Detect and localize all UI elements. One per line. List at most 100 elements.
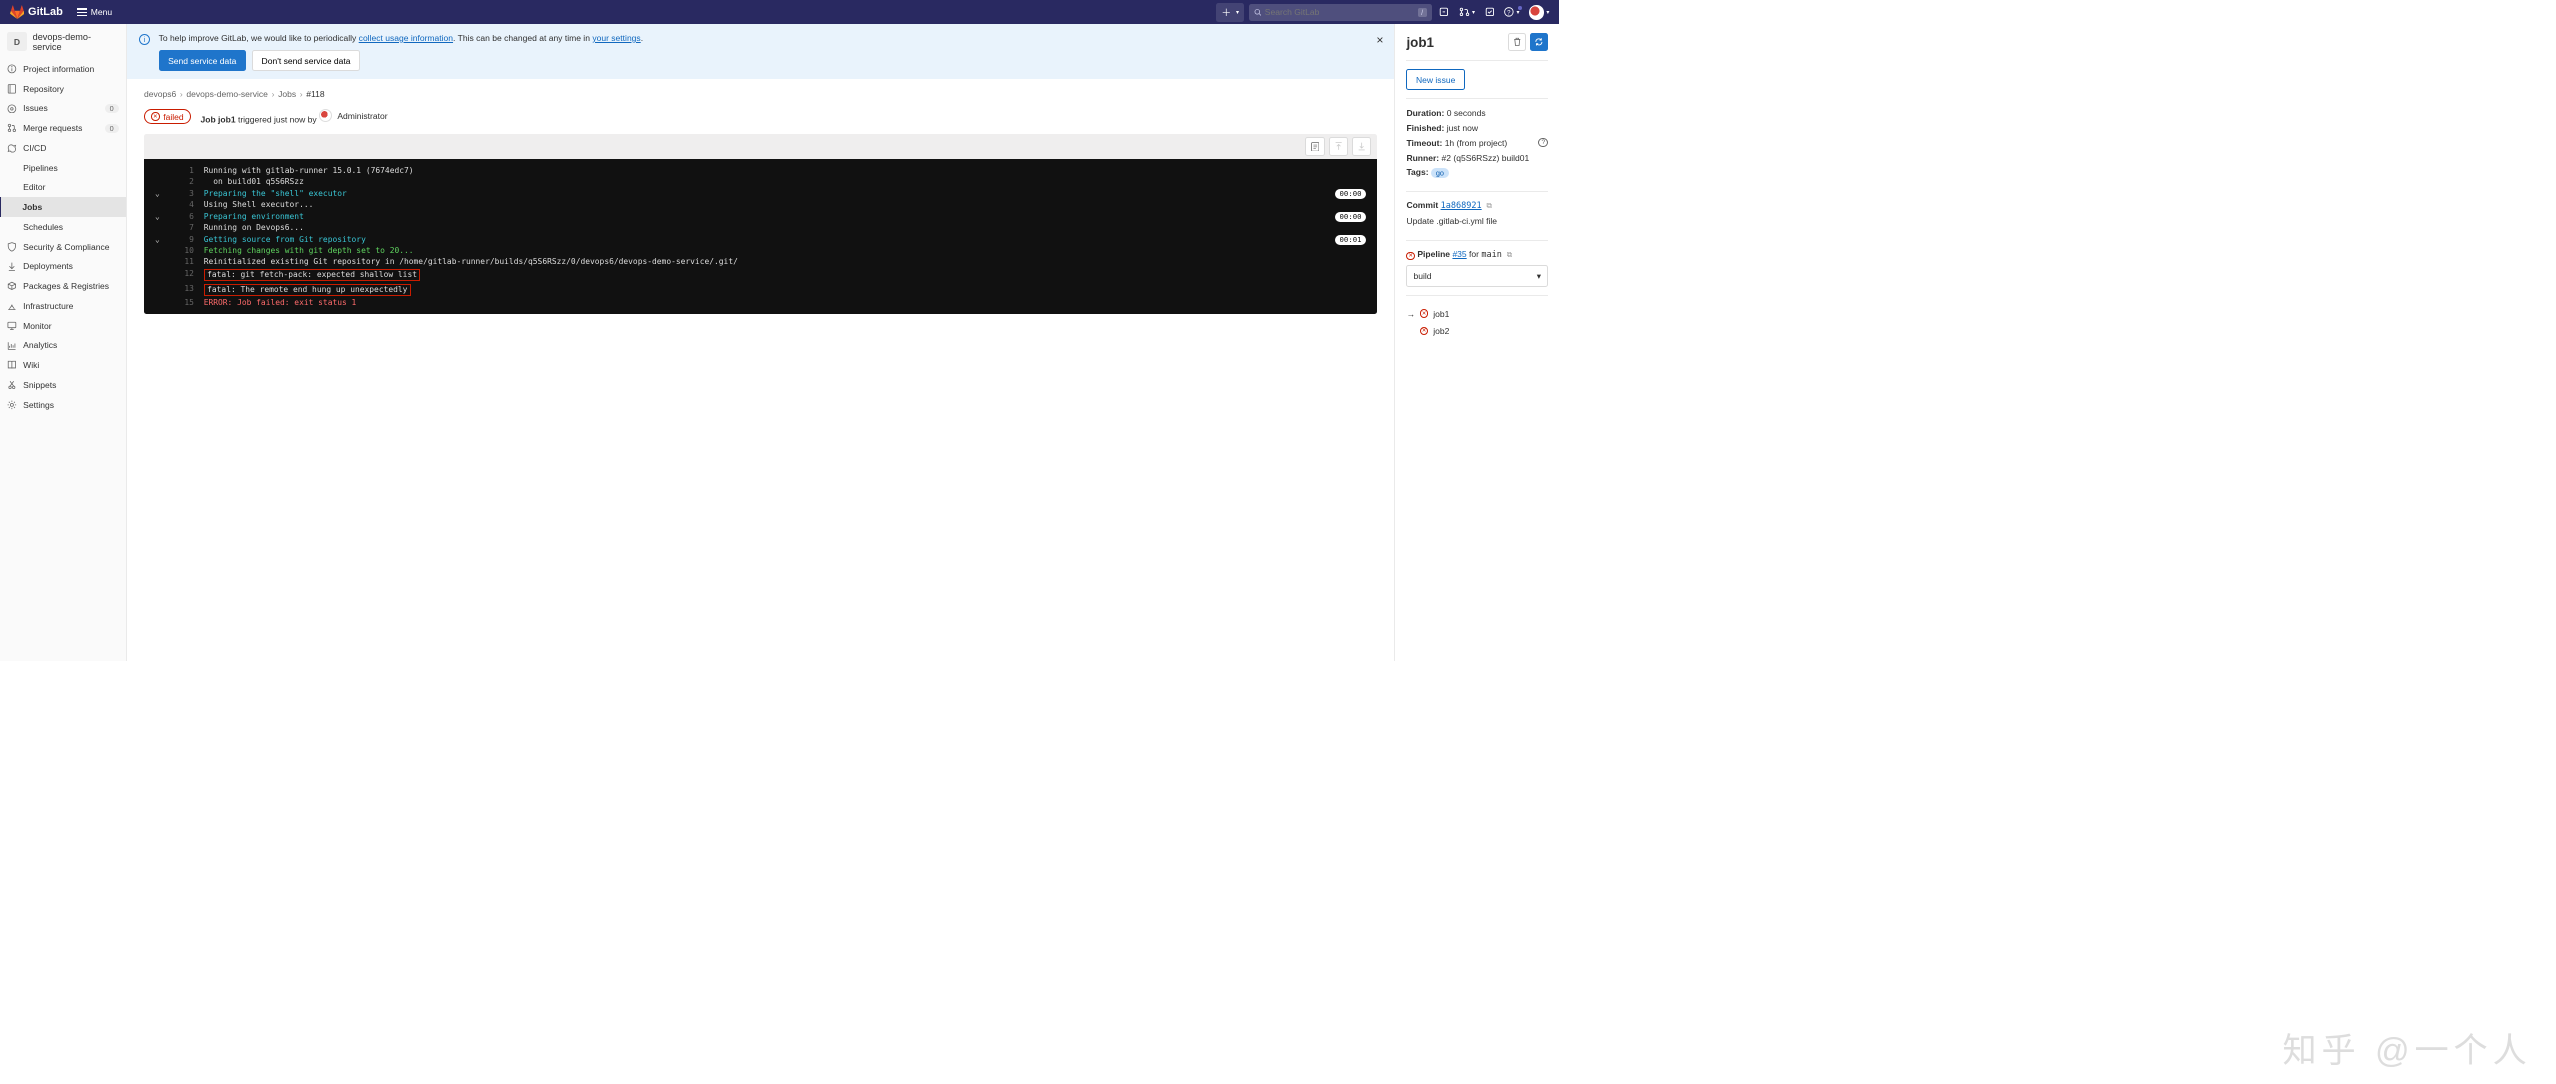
plus-icon: ＋: [1221, 5, 1231, 19]
breadcrumb-part[interactable]: devops6: [144, 89, 176, 99]
search-input[interactable]: [1265, 7, 1418, 17]
section-duration: 00:00: [1335, 189, 1367, 199]
runner-row: Runner: #2 (q5S6RSzz) build01: [1406, 153, 1548, 163]
related-job-job1[interactable]: →✕job1: [1406, 305, 1548, 322]
your-settings-link[interactable]: your settings: [592, 33, 640, 43]
analytics-icon: [7, 341, 17, 351]
menu-button[interactable]: Menu: [73, 5, 118, 20]
gitlab-icon: [10, 5, 25, 20]
sidebar-item-packages-registries[interactable]: Packages & Registries: [0, 276, 126, 296]
chevron-down-icon: ▾: [1236, 9, 1239, 16]
tags-row: Tags: go: [1406, 167, 1548, 177]
count-badge: 0: [105, 124, 119, 133]
sidebar-item-jobs[interactable]: Jobs: [0, 197, 126, 217]
collapse-section-icon[interactable]: ⌄: [152, 189, 162, 198]
sidebar-item-label: Deployments: [23, 261, 118, 271]
send-service-data-button[interactable]: Send service data: [159, 50, 246, 71]
tag-badge: go: [1431, 168, 1449, 178]
copy-branch-icon[interactable]: ⧉: [1507, 250, 1512, 259]
snippets-icon: [7, 380, 17, 390]
breadcrumb-part[interactable]: devops-demo-service: [186, 89, 268, 99]
count-badge: 0: [105, 104, 119, 113]
sidebar-item-label: Wiki: [23, 360, 118, 370]
user-menu[interactable]: ▾: [1529, 5, 1549, 20]
brand-text: GitLab: [28, 6, 63, 18]
close-alert-icon[interactable]: ×: [1376, 33, 1383, 47]
sidebar-item-repository[interactable]: Repository: [0, 79, 126, 99]
sidebar-item-editor[interactable]: Editor: [0, 178, 126, 198]
sidebar-item-label: Packages & Registries: [23, 281, 118, 291]
sidebar-item-ci-cd[interactable]: CI/CD: [0, 138, 126, 158]
sidebar-item-label: Infrastructure: [23, 301, 118, 311]
sidebar-item-label: Analytics: [23, 340, 118, 350]
log-line: 7Running on Devops6...: [144, 222, 1377, 233]
collapse-section-icon[interactable]: ⌄: [152, 212, 162, 221]
log-line: ⌄9Getting source from Git repository00:0…: [144, 233, 1377, 244]
dont-send-button[interactable]: Don't send service data: [252, 50, 360, 71]
pipeline-status-icon: ✕: [1406, 252, 1415, 261]
log-line: 15ERROR: Job failed: exit status 1: [144, 297, 1377, 308]
info-icon: [7, 64, 17, 74]
create-new-dropdown[interactable]: ＋ ▾: [1216, 3, 1243, 22]
scroll-top-button[interactable]: [1329, 137, 1349, 157]
copy-commit-icon[interactable]: ⧉: [1486, 201, 1491, 210]
search-icon: [1254, 8, 1262, 17]
search-box[interactable]: /: [1249, 4, 1432, 21]
sidebar-item-infrastructure[interactable]: Infrastructure: [0, 296, 126, 316]
sidebar-item-project-information[interactable]: Project information: [0, 59, 126, 79]
log-line: 4Using Shell executor...: [144, 199, 1377, 210]
sidebar-item-analytics[interactable]: Analytics: [0, 336, 126, 356]
commit-sha-link[interactable]: 1a868921: [1441, 201, 1482, 211]
status-badge-failed: ✕ failed: [144, 109, 191, 125]
collapse-section-icon[interactable]: ⌄: [152, 235, 162, 244]
sidebar-item-issues[interactable]: Issues0: [0, 99, 126, 119]
log-line: 10Fetching changes with git depth set to…: [144, 245, 1377, 256]
erase-job-button[interactable]: [1508, 33, 1526, 51]
sidebar-item-label: Monitor: [23, 321, 118, 331]
todos-nav-icon[interactable]: [1485, 7, 1495, 17]
failed-icon: ✕: [1420, 327, 1429, 336]
sidebar-item-security-compliance[interactable]: Security & Compliance: [0, 237, 126, 257]
collect-usage-link[interactable]: collect usage information: [359, 33, 453, 43]
sidebar-item-deployments[interactable]: Deployments: [0, 257, 126, 277]
timeout-help-icon[interactable]: ?: [1538, 138, 1548, 148]
stage-dropdown[interactable]: build ▾: [1406, 265, 1548, 287]
duration-row: Duration: 0 seconds: [1406, 108, 1548, 118]
sidebar-item-merge-requests[interactable]: Merge requests0: [0, 118, 126, 138]
finished-row: Finished: just now: [1406, 123, 1548, 133]
project-avatar: D: [7, 32, 26, 52]
retry-job-button[interactable]: [1530, 33, 1548, 51]
sidebar-item-monitor[interactable]: Monitor: [0, 316, 126, 336]
sidebar-item-pipelines[interactable]: Pipelines: [0, 158, 126, 178]
user-avatar: [1529, 5, 1544, 20]
sidebar-item-schedules[interactable]: Schedules: [0, 217, 126, 237]
merge-requests-nav-icon[interactable]: ▾: [1459, 7, 1475, 17]
log-line: 12fatal: git fetch-pack: expected shallo…: [144, 268, 1377, 283]
user-avatar-icon: [319, 109, 332, 122]
gitlab-logo[interactable]: GitLab: [10, 5, 63, 20]
project-header[interactable]: D devops-demo-service: [0, 24, 126, 59]
commit-message: Update .gitlab-ci.yml file: [1406, 216, 1548, 226]
issues-nav-icon[interactable]: [1439, 7, 1449, 17]
sidebar-item-snippets[interactable]: Snippets: [0, 375, 126, 395]
related-job-job2[interactable]: ✕job2: [1406, 322, 1548, 339]
mr-icon: [7, 123, 17, 133]
sidebar-item-settings[interactable]: Settings: [0, 395, 126, 415]
section-duration: 00:00: [1335, 212, 1367, 222]
chevron-down-icon: ▾: [1537, 271, 1541, 282]
failed-icon: ✕: [1420, 309, 1429, 318]
new-issue-button[interactable]: New issue: [1406, 69, 1464, 90]
log-line: 13fatal: The remote end hung up unexpect…: [144, 282, 1377, 297]
help-nav-icon[interactable]: ?▾: [1504, 7, 1519, 17]
sidebar-item-wiki[interactable]: Wiki: [0, 355, 126, 375]
breadcrumb-part[interactable]: Jobs: [278, 89, 296, 99]
sidebar-item-label: Security & Compliance: [23, 242, 118, 252]
pipeline-branch: main: [1481, 250, 1502, 260]
scroll-bottom-button[interactable]: [1352, 137, 1372, 157]
raw-log-button[interactable]: [1305, 137, 1325, 157]
monitor-icon: [7, 321, 17, 331]
sidebar-item-label: Project information: [23, 64, 118, 74]
triggered-by-user[interactable]: Administrator: [319, 109, 388, 122]
pipeline-id-link[interactable]: #35: [1452, 249, 1466, 259]
sidebar-item-label: Repository: [23, 84, 118, 94]
